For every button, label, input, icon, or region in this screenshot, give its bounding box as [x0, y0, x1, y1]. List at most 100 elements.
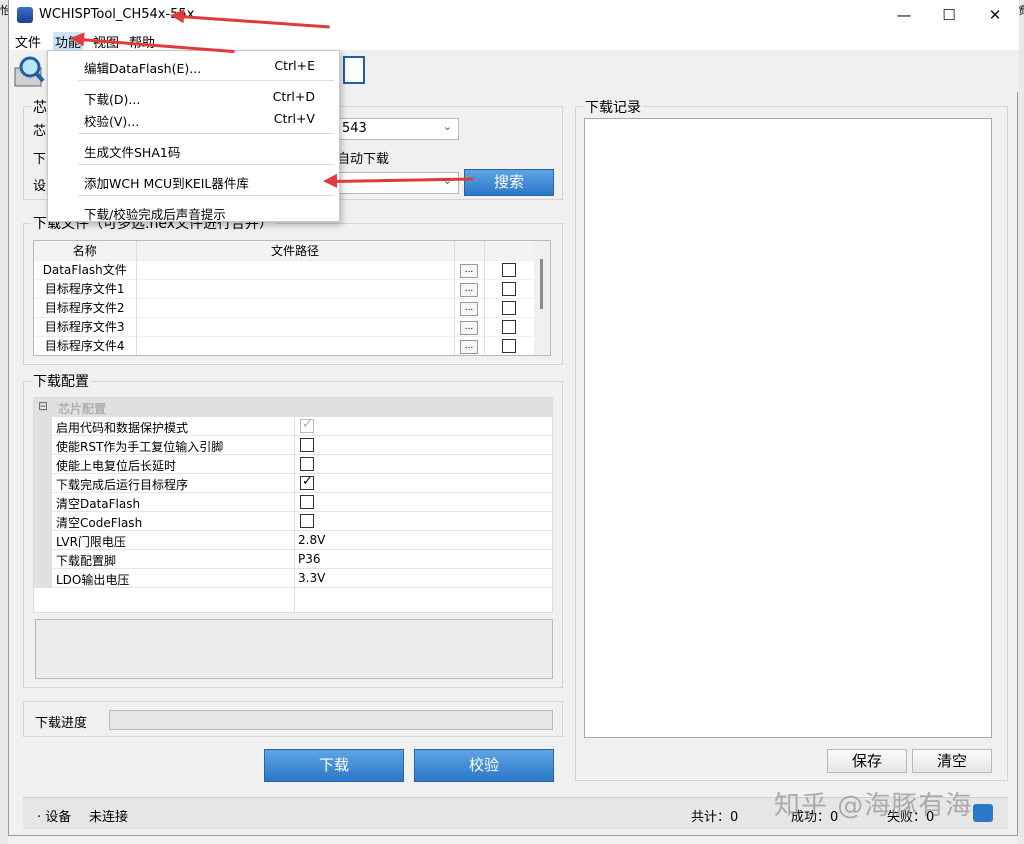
download-button[interactable]: 下载	[264, 749, 404, 782]
collapse-icon[interactable]: ⊟	[38, 399, 48, 413]
download-progress-bar	[109, 710, 553, 730]
menu-item-edit-dataflash[interactable]: 编辑DataFlash(E)... Ctrl+E	[48, 54, 339, 76]
column-header-browse	[454, 241, 485, 260]
background-window-right	[1018, 0, 1024, 844]
browse-file-button[interactable]: ...	[460, 264, 478, 278]
config-row-gutter	[34, 493, 52, 512]
file-select-checkbox[interactable]	[502, 339, 517, 353]
background-window-left-text: 怡	[0, 4, 8, 17]
config-label: 下载完成后运行目标程序	[56, 478, 189, 492]
download-files-table: 名称 文件路径 DataFlash文件... 目标程序文件1... 目标程序文件2.…	[33, 240, 551, 356]
config-row-divider	[294, 531, 295, 550]
config-section-header: ⊟ 芯片配置	[34, 398, 552, 417]
status-device-prefix: · 设备	[37, 810, 72, 825]
column-header-select	[484, 241, 534, 260]
background-window-left	[0, 0, 8, 844]
menu-item-download[interactable]: 下载(D)... Ctrl+D	[48, 85, 339, 107]
config-row-gutter	[34, 474, 52, 493]
download-log-textarea[interactable]	[584, 118, 992, 738]
config-row: 启用代码和数据保护模式	[34, 417, 552, 436]
config-row: LDO输出电压 3.3V	[34, 569, 552, 588]
auto-download-label: 自动下载	[337, 152, 390, 167]
column-header-name: 名称	[34, 241, 137, 260]
file-path-cell[interactable]	[136, 297, 455, 317]
file-path-cell[interactable]	[136, 259, 455, 279]
config-value[interactable]: 2.8V	[298, 533, 325, 547]
magnifier-icon	[14, 56, 45, 87]
config-row-gutter	[34, 455, 52, 474]
config-row-gutter	[34, 436, 52, 455]
menu-separator	[78, 195, 334, 196]
config-row-divider	[294, 569, 295, 588]
config-label: 清空CodeFlash	[56, 516, 143, 530]
table-row: DataFlash文件...	[34, 259, 534, 279]
menu-separator	[78, 164, 334, 165]
config-row-gutter	[34, 417, 52, 436]
config-checkbox	[300, 417, 314, 433]
config-value[interactable]: P36	[298, 552, 321, 566]
config-checkbox[interactable]	[300, 495, 314, 509]
menu-item-sha1[interactable]: 生成文件SHA1码	[48, 138, 339, 160]
file-select-checkbox[interactable]	[502, 319, 517, 334]
file-path-cell[interactable]	[136, 278, 455, 298]
file-name-cell: 目标程序文件3	[34, 316, 137, 336]
menu-item-label: 编辑DataFlash(E)...	[84, 61, 202, 76]
menu-item-shortcut: Ctrl+D	[272, 89, 315, 104]
search-button[interactable]: 搜索	[464, 169, 554, 196]
close-button[interactable]: ✕	[972, 0, 1018, 30]
maximize-button[interactable]: ☐	[926, 0, 972, 30]
download-mode-label: 下	[33, 152, 47, 167]
menu-item-shortcut: Ctrl+E	[274, 58, 315, 73]
config-checkbox[interactable]	[300, 474, 314, 490]
config-row: 清空CodeFlash	[34, 512, 552, 531]
file-path-cell[interactable]	[136, 335, 455, 355]
config-row-divider	[294, 474, 295, 493]
chip-model-value: 543	[342, 121, 367, 136]
config-row-gutter	[34, 531, 52, 550]
device-select[interactable]: ⌄	[329, 172, 459, 194]
title-bar: WCHISPTool_CH54x-55x — ☐ ✕	[9, 0, 1019, 30]
files-scrollbar[interactable]	[534, 241, 550, 355]
browse-file-button[interactable]: ...	[460, 321, 478, 335]
file-path-cell[interactable]	[136, 316, 455, 336]
menu-item-label: 下载(D)...	[84, 92, 141, 107]
menu-item-label: 下载/校验完成后声音提示	[84, 207, 226, 222]
clear-log-button[interactable]: 清空	[912, 749, 992, 773]
files-scrollbar-thumb[interactable]	[540, 259, 543, 309]
menu-item-add-keil[interactable]: 添加WCH MCU到KEIL器件库	[48, 169, 339, 191]
save-log-button[interactable]: 保存	[827, 749, 907, 773]
config-row-divider	[294, 436, 295, 455]
menu-file[interactable]: 文件	[15, 32, 41, 51]
config-row: LVR门限电压 2.8V	[34, 531, 552, 550]
download-log-title: 下载记录	[583, 97, 643, 117]
config-checkbox[interactable]	[300, 457, 314, 471]
file-select-checkbox[interactable]	[502, 300, 517, 315]
search-device-tool-button[interactable]	[13, 54, 47, 88]
config-label: 使能RST作为手工复位输入引脚	[56, 440, 224, 454]
chip-model-select[interactable]: 543 ⌄	[329, 118, 459, 140]
eraser-icon[interactable]	[973, 804, 993, 822]
config-row-gutter	[34, 512, 52, 531]
config-label: LDO输出电压	[56, 573, 130, 587]
browse-file-button[interactable]: ...	[460, 340, 478, 355]
verify-button[interactable]: 校验	[414, 749, 554, 782]
config-label: LVR门限电压	[56, 535, 126, 549]
config-checkbox[interactable]	[300, 438, 314, 452]
file-name-cell: 目标程序文件4	[34, 335, 137, 355]
file-select-checkbox[interactable]	[502, 262, 517, 277]
config-row: 使能上电复位后长延时	[34, 455, 552, 474]
file-tool-icon[interactable]	[343, 56, 365, 84]
config-row-gutter	[34, 550, 52, 569]
menu-item-sound[interactable]: 下载/校验完成后声音提示	[48, 200, 339, 222]
config-checkbox[interactable]	[300, 514, 314, 528]
minimize-button[interactable]: —	[881, 0, 927, 30]
menu-separator	[78, 133, 334, 134]
file-name-cell: DataFlash文件	[34, 259, 137, 279]
browse-file-button[interactable]: ...	[460, 302, 478, 316]
file-select-checkbox[interactable]	[502, 281, 517, 296]
browse-file-button[interactable]: ...	[460, 283, 478, 297]
config-value[interactable]: 3.3V	[298, 571, 325, 585]
menu-item-verify[interactable]: 校验(V)... Ctrl+V	[48, 107, 339, 129]
config-row-divider	[294, 550, 295, 569]
config-row: 清空DataFlash	[34, 493, 552, 512]
